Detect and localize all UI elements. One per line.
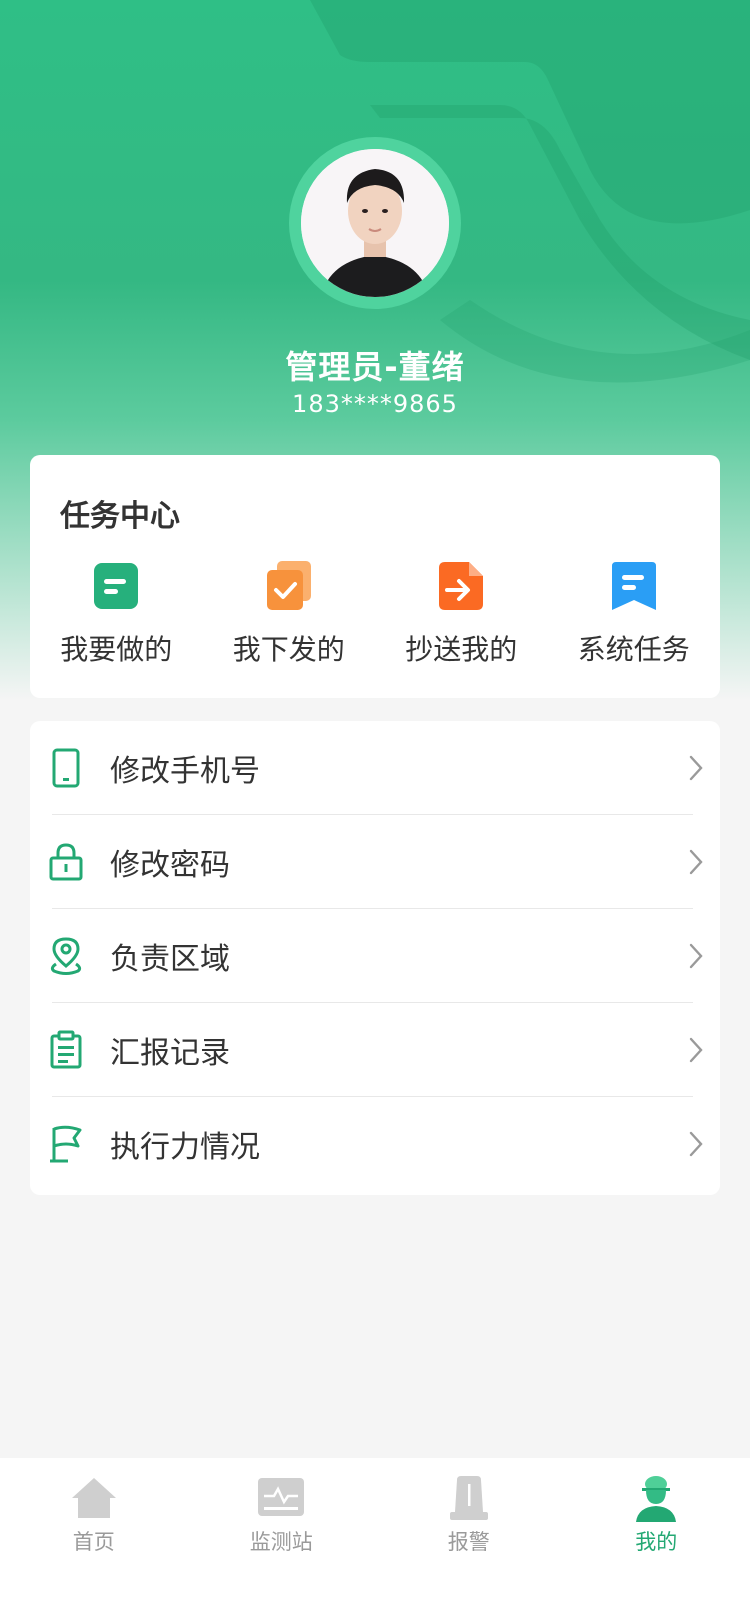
avatar[interactable]	[301, 149, 449, 297]
user-name: 管理员-董绪	[285, 348, 465, 386]
alarm-icon	[449, 1476, 488, 1520]
menu-item-change-password[interactable]: 修改密码	[30, 815, 720, 909]
task-item-label: 抄送我的	[405, 633, 518, 666]
menu-item-label: 修改密码	[110, 848, 230, 883]
issued-icon	[266, 561, 311, 610]
monitor-icon	[258, 1478, 305, 1516]
flag-icon	[50, 1125, 82, 1163]
avatar-portrait-icon	[301, 149, 449, 297]
menu-item-label: 负责区域	[110, 942, 230, 977]
tab-label: 我的	[635, 1530, 678, 1554]
task-item-system[interactable]: 系统任务	[548, 560, 721, 668]
chevron-right-icon	[689, 1131, 703, 1157]
chevron-right-icon	[689, 755, 703, 781]
profile-icon	[636, 1476, 677, 1522]
menu-item-label: 汇报记录	[110, 1036, 230, 1071]
menu-item-execution-status[interactable]: 执行力情况	[30, 1097, 720, 1191]
task-item-label: 系统任务	[577, 633, 690, 666]
tab-home[interactable]: 首页	[0, 1458, 188, 1624]
chevron-right-icon	[689, 849, 703, 875]
menu-item-report-records[interactable]: 汇报记录	[30, 1003, 720, 1097]
menu-item-change-phone[interactable]: 修改手机号	[30, 721, 720, 815]
task-center-card: 任务中心 我要做的 我下发的 抄送我的 系统任务	[30, 455, 720, 698]
chevron-right-icon	[689, 943, 703, 969]
clipboard-icon	[50, 1030, 82, 1069]
tab-label: 监测站	[249, 1530, 313, 1554]
task-item-todo[interactable]: 我要做的	[30, 560, 203, 668]
location-icon	[50, 937, 82, 975]
menu-item-label: 执行力情况	[110, 1130, 260, 1165]
task-item-label: 我要做的	[60, 633, 173, 666]
tab-monitor-station[interactable]: 监测站	[188, 1458, 376, 1624]
home-icon	[71, 1478, 116, 1518]
task-center-title: 任务中心	[60, 499, 180, 534]
chevron-right-icon	[689, 1037, 703, 1063]
phone-icon	[52, 748, 80, 788]
menu-item-responsible-area[interactable]: 负责区域	[30, 909, 720, 1003]
task-item-cc[interactable]: 抄送我的	[375, 560, 548, 668]
settings-menu: 修改手机号 修改密码 负责区域 汇报记录 执行力情况	[30, 721, 720, 1195]
user-phone: 183****9865	[292, 390, 458, 418]
task-item-issued[interactable]: 我下发的	[203, 560, 376, 668]
task-center-items: 我要做的 我下发的 抄送我的 系统任务	[30, 560, 720, 668]
avatar-ring[interactable]	[289, 137, 461, 309]
tab-mine[interactable]: 我的	[563, 1458, 750, 1624]
tab-label: 首页	[72, 1530, 115, 1554]
tab-alarm[interactable]: 报警	[375, 1458, 563, 1624]
menu-item-label: 修改手机号	[110, 754, 260, 789]
lock-icon	[49, 843, 83, 881]
cc-icon	[439, 562, 484, 610]
system-task-icon	[611, 562, 656, 610]
task-item-label: 我下发的	[232, 633, 345, 666]
bottom-tab-bar: 首页 监测站 报警 我的	[0, 1458, 750, 1624]
todo-icon	[94, 563, 139, 609]
tab-label: 报警	[447, 1530, 490, 1554]
